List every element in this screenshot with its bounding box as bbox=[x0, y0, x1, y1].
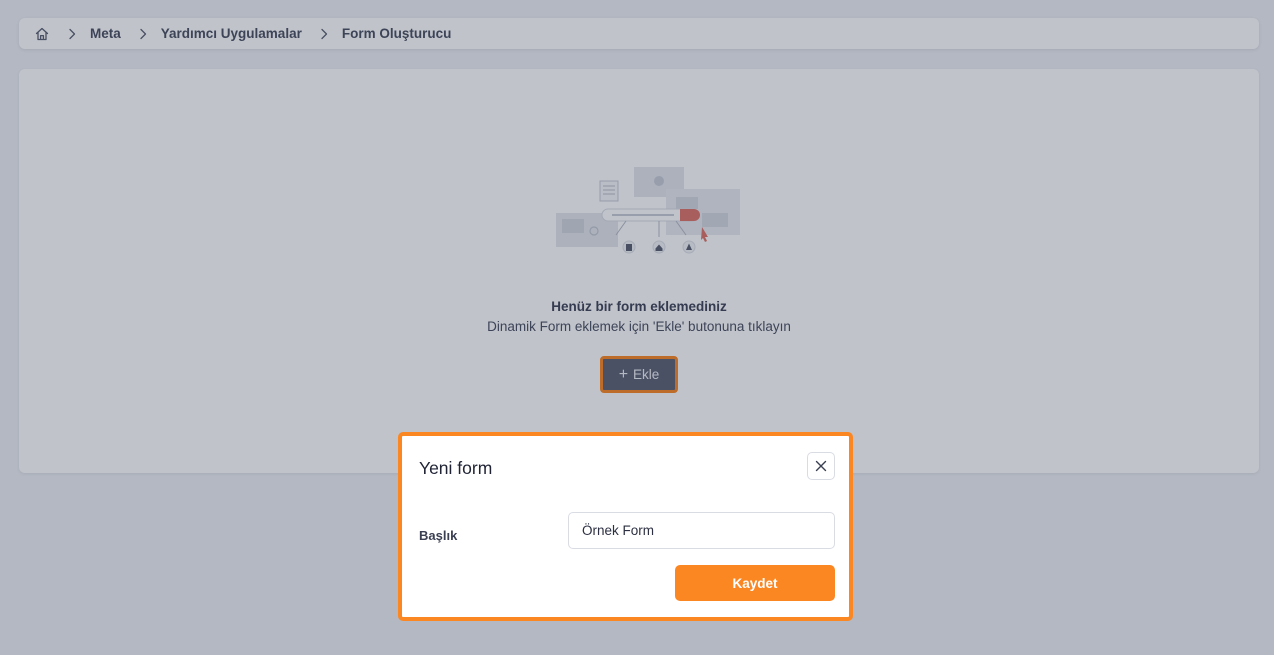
close-button[interactable] bbox=[807, 452, 835, 480]
title-field-label: Başlık bbox=[419, 528, 458, 543]
title-input[interactable] bbox=[568, 512, 835, 549]
dialog-title: Yeni form bbox=[419, 458, 493, 478]
save-button[interactable]: Kaydet bbox=[675, 565, 835, 601]
close-icon bbox=[815, 460, 827, 472]
new-form-dialog: Yeni form Başlık Kaydet bbox=[398, 432, 853, 621]
